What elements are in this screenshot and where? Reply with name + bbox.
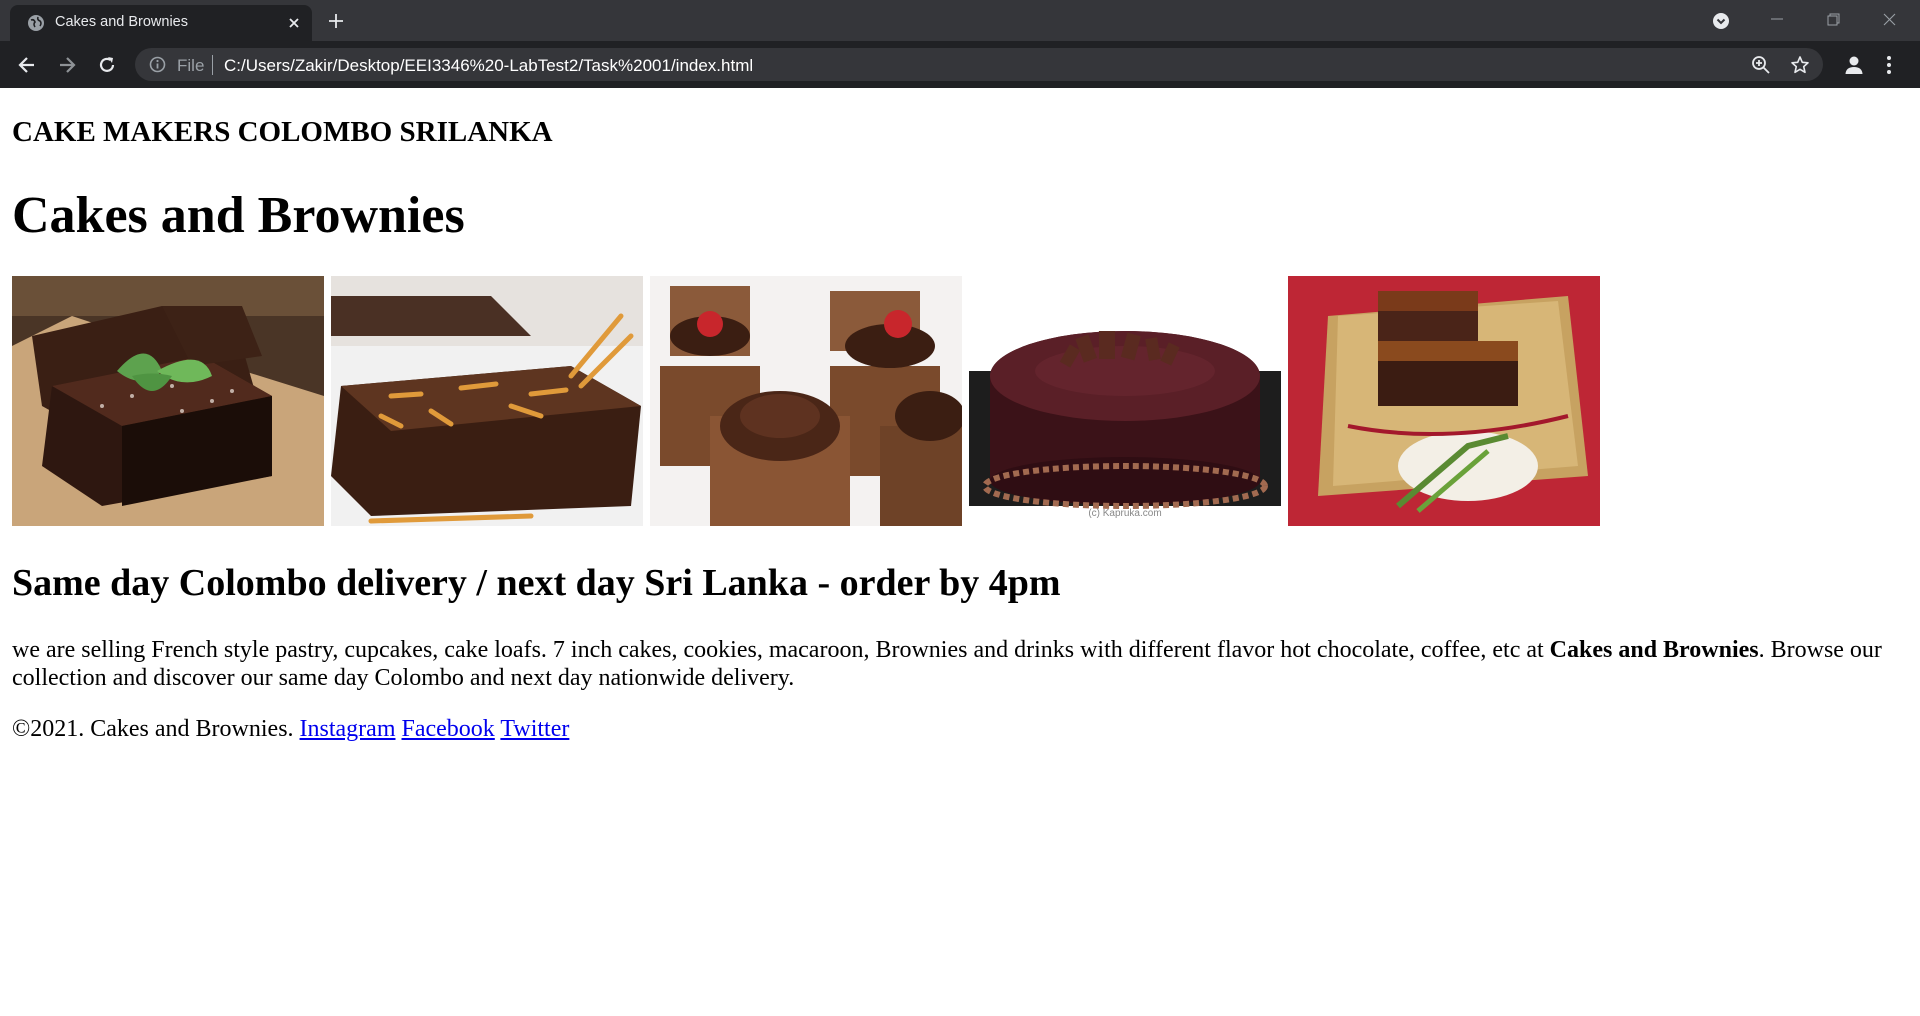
back-arrow-icon[interactable] — [17, 55, 37, 75]
caramel-brownies-photo — [1288, 276, 1600, 526]
brownies-with-mint-photo — [12, 276, 324, 526]
url-text[interactable]: C:/Users/Zakir/Desktop/EEI3346%20-LabTes… — [224, 56, 753, 76]
reload-icon[interactable] — [97, 55, 117, 75]
description-text: we are selling French style pastry, cupc… — [12, 637, 1550, 663]
browser-toolbar: File C:/Users/Zakir/Desktop/EEI3346%20-L… — [0, 41, 1920, 88]
tab-title: Cakes and Brownies — [55, 14, 188, 30]
url-scheme-label: File — [177, 56, 205, 75]
chocolate-cake-photo: (c) Kapruka.com — [969, 276, 1281, 526]
footer: ©2021. Cakes and Brownies. Instagram Fac… — [12, 715, 569, 743]
minimize-icon[interactable] — [1757, 6, 1797, 34]
copyright-text: ©2021. Cakes and Brownies. — [12, 716, 294, 742]
brand-heading: CAKE MAKERS COLOMBO SRILANKA — [12, 116, 553, 148]
profile-icon[interactable] — [1843, 54, 1865, 76]
cake-gallery: (c) Kapruka.com — [12, 276, 1602, 526]
new-tab-icon[interactable] — [327, 12, 345, 30]
twitter-link[interactable]: Twitter — [500, 716, 569, 742]
browser-tab[interactable]: Cakes and Brownies — [10, 5, 312, 41]
delivery-heading: Same day Colombo delivery / next day Sri… — [12, 562, 1061, 604]
restore-icon[interactable] — [1813, 6, 1853, 34]
chocolate-cupcake-brownies-photo — [650, 276, 962, 526]
close-window-icon[interactable] — [1870, 6, 1910, 34]
more-menu-icon[interactable] — [1885, 54, 1893, 76]
instagram-link[interactable]: Instagram — [300, 716, 396, 742]
url-divider — [212, 55, 213, 75]
tab-search-icon[interactable] — [1712, 12, 1730, 30]
close-tab-icon[interactable] — [287, 16, 301, 30]
forward-arrow-icon[interactable] — [57, 55, 77, 75]
bookmark-star-icon[interactable] — [1790, 55, 1810, 75]
description-brand: Cakes and Brownies — [1549, 637, 1759, 663]
facebook-link[interactable]: Facebook — [402, 716, 495, 742]
brownie-with-pretzels-photo — [331, 276, 643, 526]
info-icon[interactable] — [149, 56, 166, 73]
address-bar[interactable]: File C:/Users/Zakir/Desktop/EEI3346%20-L… — [135, 48, 1823, 81]
description-paragraph: we are selling French style pastry, cupc… — [12, 636, 1892, 692]
photo-caption: (c) Kapruka.com — [1088, 508, 1161, 519]
browser-tab-strip: Cakes and Brownies — [0, 0, 1920, 41]
page-title: Cakes and Brownies — [12, 187, 465, 244]
zoom-icon[interactable] — [1751, 55, 1771, 75]
globe-icon — [28, 15, 44, 31]
